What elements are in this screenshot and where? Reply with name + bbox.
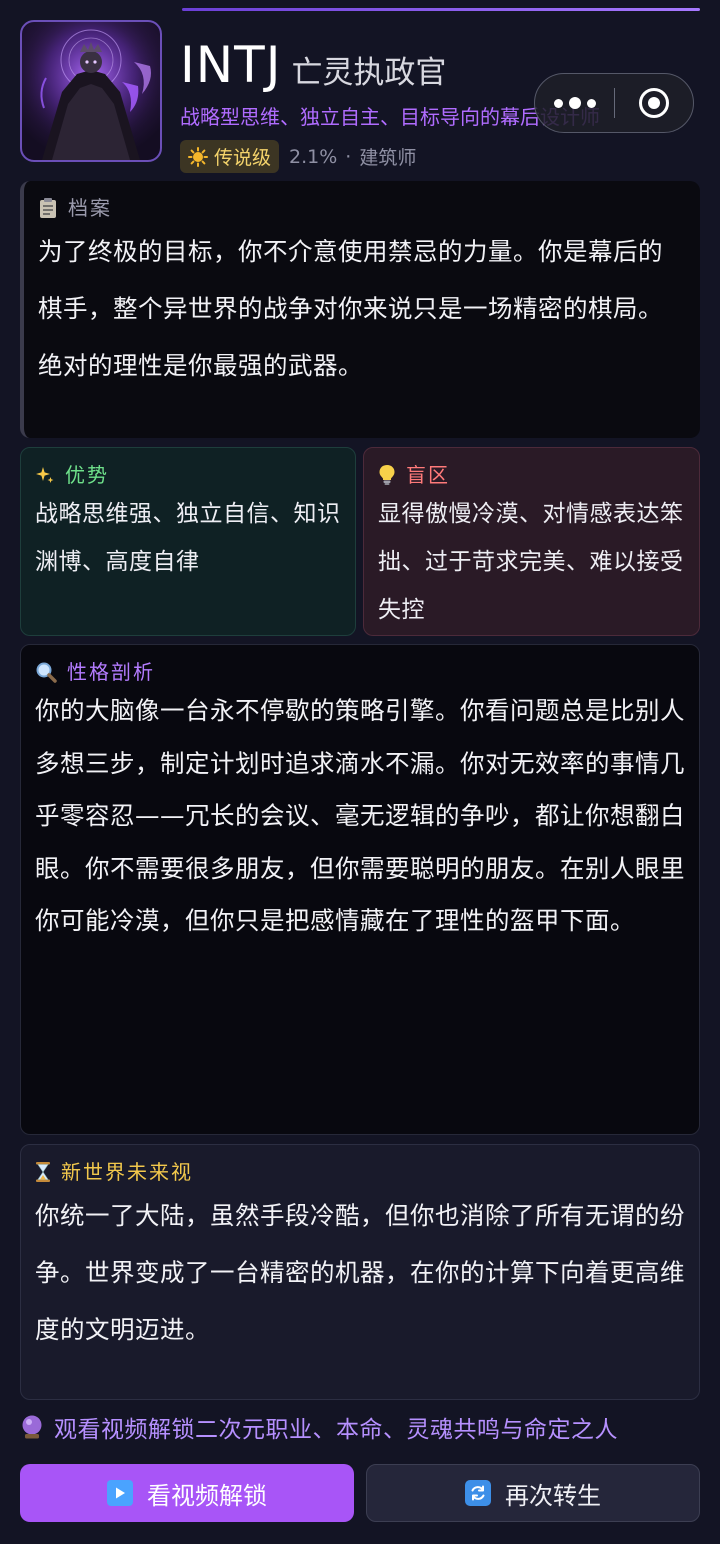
archive-header: 档案 — [38, 195, 686, 221]
strengths-text: 战略思维强、独立自信、知识渊博、高度自律 — [35, 501, 341, 575]
analysis-title: 性格剖析 — [67, 660, 155, 684]
blindspots-text: 显得傲慢冷漠、对情感表达笨拙、过于苛求完美、难以接受失控 — [378, 501, 684, 623]
analysis-text: 你的大脑像一台永不停歇的策略引擎。你看问题总是比别人多想三步，制定计划时追求滴水… — [35, 696, 685, 935]
sun-icon — [188, 146, 208, 167]
watch-video-label: 看视频解锁 — [147, 1481, 267, 1510]
badge-row: 传说级 2.1% · 建筑师 — [180, 140, 416, 173]
hourglass-icon — [36, 1162, 50, 1182]
reborn-label: 再次转生 — [505, 1481, 601, 1510]
class-name: 亡灵执政官 — [291, 54, 447, 91]
blindspots-header: 盲区 — [378, 462, 685, 488]
target-icon — [638, 88, 669, 118]
top-accent-line — [182, 8, 700, 11]
character-avatar — [20, 20, 162, 162]
blindspots-title: 盲区 — [406, 463, 450, 487]
lightbulb-icon — [379, 465, 395, 485]
close-miniprogram-button[interactable] — [615, 88, 693, 118]
play-icon — [107, 1480, 133, 1506]
archive-text: 为了终极的目标，你不介意使用禁忌的力量。你是幕后的棋手，整个异世界的战争对你来说… — [38, 237, 663, 380]
watch-video-unlock-button[interactable]: 看视频解锁 — [20, 1464, 354, 1522]
future-vision-card: 新世界未来视 你统一了大陆，虽然手段冷酷，但你也消除了所有无谓的纷争。世界变成了… — [20, 1144, 700, 1400]
strengths-header: 优势 — [35, 462, 341, 488]
archetype-label: 建筑师 — [359, 147, 417, 169]
archive-card: 档案 为了终极的目标，你不介意使用禁忌的力量。你是幕后的棋手，整个异世界的战争对… — [20, 181, 700, 438]
archive-title: 档案 — [68, 196, 112, 220]
strengths-title: 优势 — [65, 463, 109, 487]
crystal-ball-icon — [22, 1415, 42, 1439]
mbti-type: INTJ — [180, 36, 282, 94]
sparkles-icon — [36, 467, 54, 483]
personality-analysis-card: 性格剖析 你的大脑像一台永不停歇的策略引擎。你看问题总是比别人多想三步，制定计划… — [20, 644, 700, 1135]
title-row: INTJ 亡灵执政官 — [180, 30, 446, 90]
future-text: 你统一了大陆，虽然手段冷酷，但你也消除了所有无谓的纷争。世界变成了一台精密的机器… — [35, 1201, 685, 1344]
meta-separator: · — [345, 145, 352, 168]
future-header: 新世界未来视 — [35, 1159, 685, 1185]
magnifier-icon — [36, 662, 57, 683]
clipboard-icon — [40, 198, 56, 218]
blindspots-card: 盲区 显得傲慢冷漠、对情感表达笨拙、过于苛求完美、难以接受失控 — [363, 447, 700, 636]
miniprogram-capsule — [534, 73, 694, 133]
tier-label: 传说级 — [214, 147, 272, 169]
tier-badge: 传说级 — [180, 140, 280, 173]
rarity-percent: 2.1% — [289, 145, 338, 168]
more-options-button[interactable] — [535, 97, 614, 109]
necromancer-illustration — [22, 22, 160, 160]
strengths-card: 优势 战略思维强、独立自信、知识渊博、高度自律 — [20, 447, 356, 636]
unlock-hint-text: 观看视频解锁二次元职业、本命、灵魂共鸣与命定之人 — [54, 1417, 618, 1443]
future-title: 新世界未来视 — [61, 1160, 193, 1184]
reborn-again-button[interactable]: 再次转生 — [366, 1464, 700, 1522]
unlock-hint: 观看视频解锁二次元职业、本命、灵魂共鸣与命定之人 — [20, 1410, 618, 1444]
cycle-icon — [465, 1480, 491, 1506]
analysis-header: 性格剖析 — [35, 659, 685, 685]
